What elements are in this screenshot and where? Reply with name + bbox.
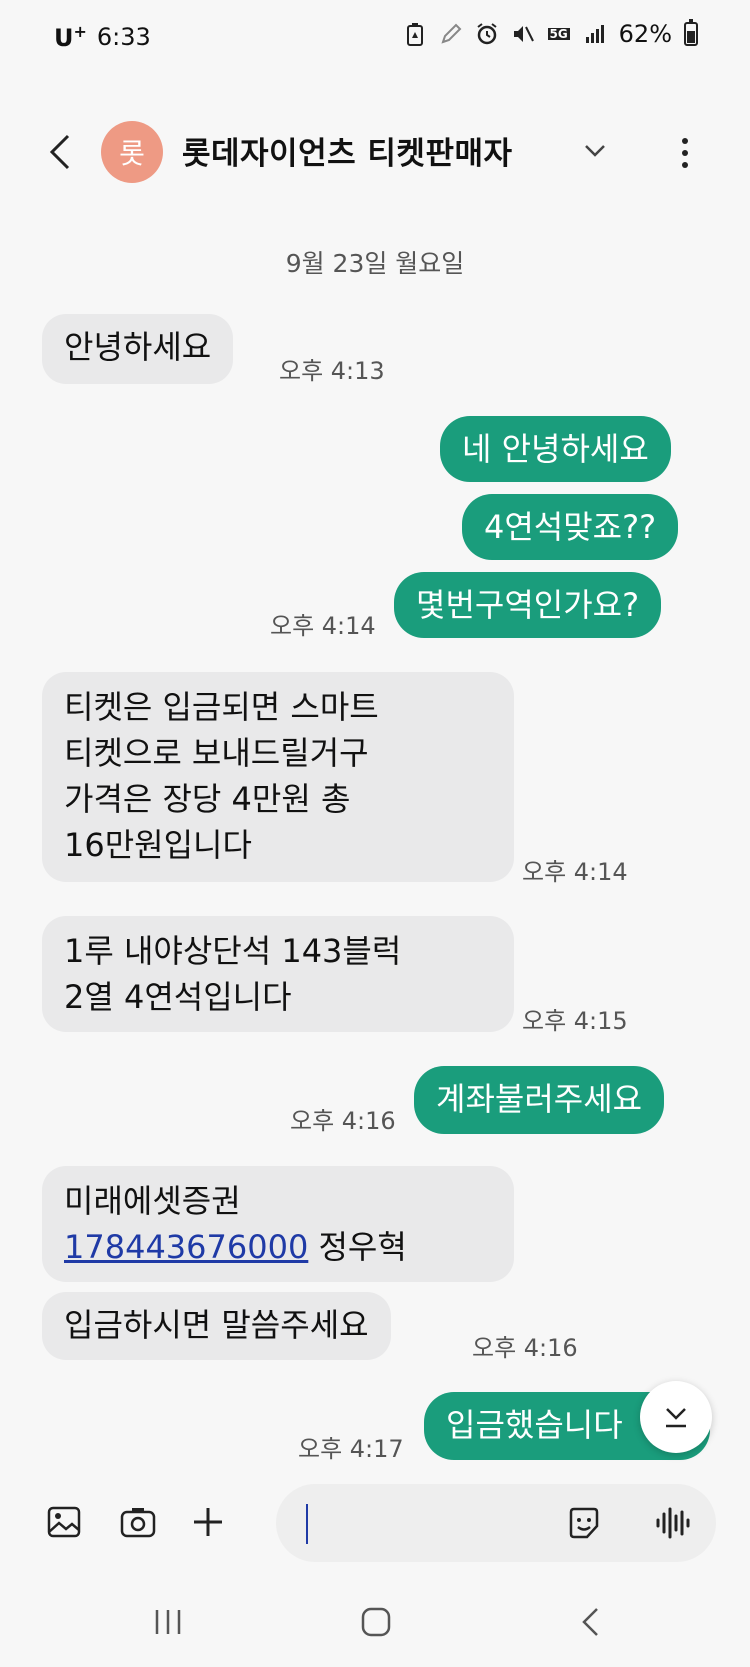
conversation-header: 롯 롯데자이언츠 티켓판매자 — [0, 100, 750, 204]
more-dot — [682, 138, 688, 144]
home-icon — [361, 1607, 391, 1637]
recent-apps-button[interactable] — [138, 1600, 198, 1644]
voice-button[interactable] — [650, 1501, 694, 1545]
outgoing-message[interactable]: 네 안녕하세요 — [440, 416, 671, 482]
system-back-button[interactable] — [560, 1600, 620, 1644]
message-line: 178443676000 정우혁 — [64, 1224, 492, 1270]
home-button[interactable] — [346, 1600, 406, 1644]
incoming-message[interactable]: 미래에셋증권 178443676000 정우혁 — [42, 1166, 514, 1282]
camera-icon — [120, 1508, 156, 1538]
voice-wave-icon — [656, 1507, 690, 1539]
camera-button[interactable] — [116, 1500, 160, 1544]
signal-icon — [583, 22, 607, 46]
battery-percent: 62% — [618, 20, 672, 48]
back-chevron-icon — [582, 1608, 598, 1636]
message-time: 오후 4:15 — [522, 1007, 628, 1035]
date-divider: 9월 23일 월요일 — [285, 249, 465, 278]
attach-button[interactable] — [186, 1500, 230, 1544]
message-input-container — [276, 1484, 716, 1562]
account-holder: 정우혁 — [318, 1228, 407, 1266]
pen-icon — [439, 22, 463, 46]
battery-saver-icon — [403, 22, 427, 46]
message-line: 미래에셋증권 — [64, 1182, 241, 1220]
emoji-sticker-icon — [569, 1507, 599, 1539]
incoming-message[interactable]: 입금하시면 말씀주세요 — [42, 1292, 391, 1360]
system-navigation-bar — [0, 1578, 750, 1667]
outgoing-message[interactable]: 계좌불러주세요 — [414, 1066, 665, 1134]
message-input[interactable] — [306, 1504, 574, 1544]
emoji-button[interactable] — [562, 1501, 606, 1545]
status-left: U+ 6:33 — [54, 22, 151, 52]
contact-name[interactable]: 롯데자이언츠 티켓판매자 — [182, 128, 513, 173]
scroll-to-bottom-button[interactable] — [640, 1381, 712, 1453]
incoming-message[interactable]: 1루 내야상단석 143블럭 2열 4연석입니다 — [42, 916, 514, 1032]
message-line: 가격은 장당 4만원 총 — [64, 780, 351, 818]
message-line: 티켓으로 보내드릴거구 — [64, 734, 369, 772]
more-dot — [682, 150, 688, 156]
status-right: 5G 62% — [403, 19, 698, 48]
scroll-down-icon — [666, 1408, 686, 1428]
message-time: 오후 4:14 — [522, 858, 628, 886]
account-number-link[interactable]: 178443676000 — [64, 1228, 308, 1266]
back-button[interactable] — [40, 124, 80, 180]
message-line: 티켓은 입금되면 스마트 — [64, 688, 379, 726]
message-time: 오후 4:13 — [279, 357, 385, 385]
alarm-icon — [475, 22, 499, 46]
message-line: 1루 내야상단석 143블럭 — [64, 932, 402, 970]
outgoing-message[interactable]: 몇번구역인가요? — [394, 572, 662, 638]
chevron-down-icon[interactable] — [582, 138, 608, 164]
status-bar: U+ 6:33 5G 62% — [0, 0, 750, 78]
message-time: 오후 4:16 — [472, 1334, 578, 1362]
message-line: 16만원입니다 — [64, 826, 252, 864]
message-composer — [0, 1468, 750, 1578]
gallery-button[interactable] — [42, 1500, 86, 1544]
recents-icon — [155, 1610, 181, 1634]
more-options-button[interactable] — [670, 128, 700, 178]
image-icon — [47, 1506, 81, 1538]
back-arrow-icon — [49, 134, 70, 170]
network-5g-icon: 5G — [547, 27, 570, 41]
message-time: 오후 4:14 — [270, 612, 376, 640]
contact-avatar[interactable]: 롯 — [101, 121, 163, 183]
clock: 6:33 — [96, 23, 151, 51]
more-dot — [682, 162, 688, 168]
message-time: 오후 4:16 — [290, 1107, 396, 1135]
mute-icon — [511, 22, 535, 46]
message-time: 오후 4:17 — [298, 1435, 404, 1463]
incoming-message[interactable]: 안녕하세요 — [42, 314, 234, 384]
carrier-label: U+ — [54, 22, 87, 52]
incoming-message[interactable]: 티켓은 입금되면 스마트 티켓으로 보내드릴거구 가격은 장당 4만원 총 16… — [42, 672, 514, 882]
plus-icon — [194, 1508, 222, 1536]
battery-icon — [684, 19, 698, 46]
outgoing-message[interactable]: 4연석맞죠?? — [462, 494, 679, 560]
message-line: 2열 4연석입니다 — [64, 978, 292, 1016]
